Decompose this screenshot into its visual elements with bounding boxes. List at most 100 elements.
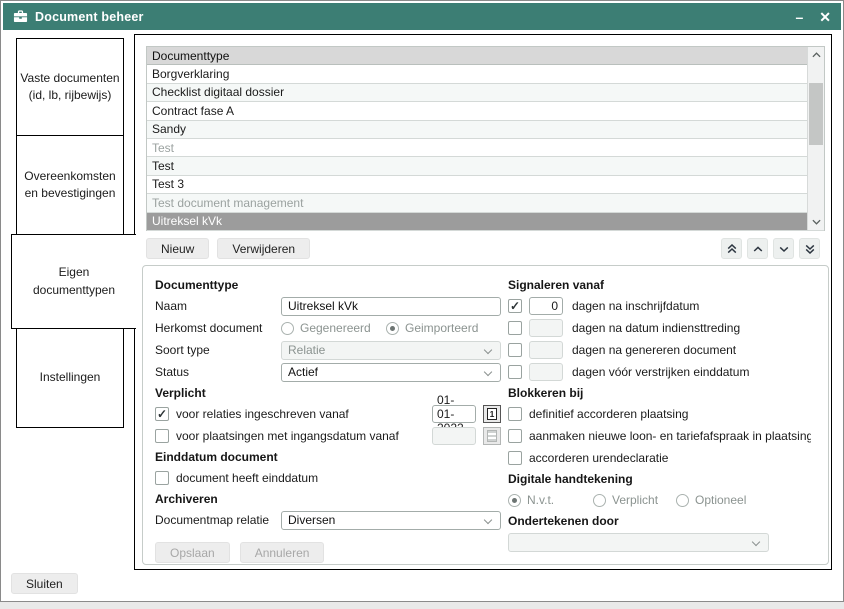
radio-verplicht — [593, 494, 606, 507]
checkbox-relaties-ingeschreven[interactable] — [155, 407, 169, 421]
list-actions: Nieuw Verwijderen — [146, 238, 310, 259]
radio-optioneel — [676, 494, 689, 507]
scroll-up-icon[interactable] — [808, 47, 824, 63]
documentmap-label: Documentmap relatie — [155, 513, 281, 527]
move-up-icon[interactable] — [747, 238, 768, 259]
checkbox-label: document heeft einddatum — [176, 471, 318, 485]
chevron-down-icon — [752, 537, 760, 545]
move-bottom-icon[interactable] — [799, 238, 820, 259]
checkbox-label: dagen vóór verstrijken einddatum — [572, 365, 749, 379]
checkbox-plaatsingen-ingangsdatum[interactable] — [155, 429, 169, 443]
tab-eigen-documenttypen[interactable]: Eigen documenttypen — [11, 234, 136, 329]
radio-label: Geimporteerd — [405, 321, 478, 335]
documentmap-dropdown[interactable]: Diversen — [281, 511, 501, 530]
herkomst-row: Herkomst document Gegenereerd Geimportee… — [155, 317, 501, 339]
signaleren-row-2: dagen na datum indiensttreding — [508, 317, 813, 339]
list-item[interactable]: Uitreksel kVk — [147, 213, 824, 231]
checkbox-inschrijfdatum[interactable] — [508, 299, 522, 313]
checkbox-label: voor plaatsingen met ingangsdatum vanaf — [176, 429, 399, 443]
status-label: Status — [155, 365, 281, 379]
tab-label: Vaste documenten — [20, 70, 119, 87]
dagen-input — [529, 319, 563, 337]
scrollbar-track[interactable] — [808, 63, 824, 214]
move-down-icon[interactable] — [773, 238, 794, 259]
document-beheer-window: Document beheer – ✕ Vaste documenten (id… — [0, 0, 844, 602]
list-rows: Borgverklaring Checklist digitaal dossie… — [147, 65, 824, 231]
tab-overeenkomsten[interactable]: Overeenkomsten en bevestigingen — [16, 135, 124, 235]
section-signaleren: Signaleren vanaf — [508, 275, 813, 295]
tab-label: Eigen — [59, 264, 90, 281]
tab-instellingen[interactable]: Instellingen — [16, 328, 124, 428]
list-item[interactable]: Test document management — [147, 194, 824, 212]
soort-type-label: Soort type — [155, 343, 281, 357]
checkbox-genereren-document[interactable] — [508, 343, 522, 357]
list-item[interactable]: Sandy — [147, 121, 824, 139]
radio-label: Gegenereerd — [300, 321, 371, 335]
tab-label: Instellingen — [40, 369, 101, 386]
handtekening-radio-row: N.v.t. Verplicht Optioneel — [508, 489, 813, 511]
scroll-down-icon[interactable] — [808, 214, 824, 230]
close-icon[interactable]: ✕ — [819, 10, 831, 24]
ondertekenen-dropdown — [508, 533, 769, 552]
checkbox-label: definitief accorderen plaatsing — [529, 407, 688, 421]
nieuw-button[interactable]: Nieuw — [146, 238, 209, 259]
naam-label: Naam — [155, 299, 281, 313]
form-right-column: Signaleren vanaf 0 dagen na inschrijfdat… — [508, 275, 813, 553]
list-item[interactable]: Test — [147, 157, 824, 175]
opslaan-button[interactable]: Opslaan — [155, 542, 230, 563]
radio-label: N.v.t. — [527, 493, 554, 507]
tab-label: Overeenkomsten — [24, 168, 115, 185]
tab-label: documenttypen — [33, 282, 115, 299]
checkbox-verstrijken-einddatum[interactable] — [508, 365, 522, 379]
list-item[interactable]: Test — [147, 139, 824, 157]
move-top-icon[interactable] — [721, 238, 742, 259]
checkbox-accorderen-urendeclaratie[interactable] — [508, 451, 522, 465]
status-dropdown[interactable]: Actief — [281, 363, 501, 382]
status-value: Actief — [288, 365, 318, 379]
tab-label: en bevestigingen — [25, 185, 116, 202]
verwijderen-button[interactable]: Verwijderen — [217, 238, 310, 259]
checkbox-label: dagen na datum indiensttreding — [572, 321, 740, 335]
sluiten-button[interactable]: Sluiten — [11, 573, 78, 594]
dagen-input — [529, 363, 563, 381]
scrollbar[interactable] — [807, 47, 824, 230]
radio-geimporteerd — [386, 322, 399, 335]
einddatum-row: document heeft einddatum — [155, 467, 501, 489]
section-documenttype: Documenttype — [155, 275, 501, 295]
blokkeren-row-3: accorderen urendeclaratie — [508, 447, 813, 469]
section-ondertekenen-door: Ondertekenen door — [508, 511, 813, 531]
documenttype-list: Documenttype Borgverklaring Checklist di… — [146, 46, 825, 231]
titlebar: Document beheer – ✕ — [3, 3, 841, 30]
minimize-icon[interactable]: – — [795, 10, 803, 24]
scrollbar-thumb[interactable] — [809, 83, 823, 145]
window-title: Document beheer — [35, 10, 144, 24]
radio-label: Optioneel — [695, 493, 746, 507]
dagen-input[interactable]: 0 — [529, 297, 563, 315]
date-input[interactable]: 01-01-2022 — [432, 405, 476, 423]
section-einddatum: Einddatum document — [155, 447, 501, 467]
list-item[interactable]: Test 3 — [147, 176, 824, 194]
checkbox-indiensttreding[interactable] — [508, 321, 522, 335]
checkbox-definitief-accorderen[interactable] — [508, 407, 522, 421]
main-panel: Documenttype Borgverklaring Checklist di… — [134, 34, 832, 570]
calendar-icon[interactable]: 1 — [483, 405, 501, 423]
verplicht-row-1: voor relaties ingeschreven vanaf 01-01-2… — [155, 403, 501, 425]
list-item[interactable]: Contract fase A — [147, 102, 824, 120]
list-item[interactable]: Checklist digitaal dossier — [147, 84, 824, 102]
tab-vaste-documenten[interactable]: Vaste documenten (id, lb, rijbewijs) — [16, 38, 124, 136]
verplicht-row-2: voor plaatsingen met ingangsdatum vanaf … — [155, 425, 501, 447]
blokkeren-row-2: aanmaken nieuwe loon- en tariefafspraak … — [508, 425, 813, 447]
tab-label: (id, lb, rijbewijs) — [29, 87, 112, 104]
annuleren-button[interactable]: Annuleren — [240, 542, 325, 563]
checkbox-label: accorderen urendeclaratie — [529, 451, 668, 465]
checkbox-aanmaken-tariefafspraak[interactable] — [508, 429, 522, 443]
list-item[interactable]: Borgverklaring — [147, 65, 824, 83]
section-blokkeren: Blokkeren bij — [508, 383, 813, 403]
signaleren-row-3: dagen na genereren document — [508, 339, 813, 361]
form-actions: Opslaan Annuleren — [155, 542, 501, 563]
radio-label: Verplicht — [612, 493, 658, 507]
naam-input[interactable]: Uitreksel kVk — [281, 297, 501, 316]
checkbox-document-einddatum[interactable] — [155, 471, 169, 485]
signaleren-row-1: 0 dagen na inschrijfdatum — [508, 295, 813, 317]
documentmap-row: Documentmap relatie Diversen — [155, 509, 501, 531]
